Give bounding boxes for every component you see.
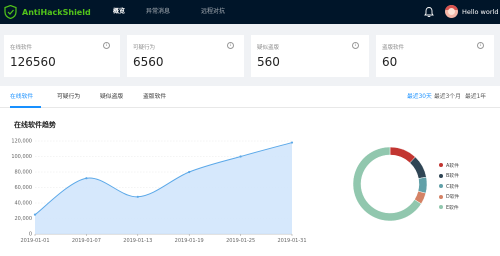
info-circle-icon[interactable]: i: [477, 42, 484, 49]
y-tick-label: 60,000: [15, 185, 33, 191]
info-circle-icon[interactable]: i: [227, 42, 234, 49]
legend-swatch: [439, 184, 443, 189]
chart-canvas: 0 20,000 40,000 60,000 80,000 100,000 120,000 2…: [11, 139, 428, 244]
x-tick-label: 2019-01-01: [20, 238, 49, 244]
stat-card-value: 560: [257, 55, 280, 69]
shield-logo-icon: [4, 5, 17, 19]
avatar[interactable]: [445, 5, 458, 18]
info-circle-icon[interactable]: i: [103, 42, 110, 49]
y-tick-label: 100,000: [11, 154, 32, 160]
legend-label: D软件: [446, 195, 460, 201]
stat-card-title: 可疑行为: [133, 45, 156, 51]
stat-card-value: 6560: [133, 55, 164, 69]
donut-legend: A软件 B软件 C软件 D软件 E软件: [439, 160, 459, 213]
data-point: [239, 155, 242, 158]
legend-item[interactable]: B软件: [439, 171, 459, 182]
x-tick-label: 2019-01-13: [123, 238, 152, 244]
donut-slice: [417, 176, 428, 194]
stat-card-title: 疑似盗版: [257, 45, 280, 51]
legend-swatch: [439, 163, 443, 168]
top-nav-bar: AntiHackShield 概览 异常消息 远程对抗 Hello world: [0, 0, 500, 24]
data-point: [33, 213, 37, 216]
legend-label: B软件: [446, 174, 459, 180]
x-tick-label: 2019-01-31: [277, 238, 306, 244]
stat-card-title: 在线软件: [10, 45, 33, 51]
data-point: [85, 177, 88, 180]
main-nav: 概览 异常消息 远程对抗: [113, 0, 261, 24]
y-tick-label: 80,000: [15, 170, 33, 176]
x-tick-label: 2019-01-25: [226, 238, 255, 244]
legend-item[interactable]: A软件: [439, 160, 459, 171]
username[interactable]: Hello world: [462, 0, 498, 24]
stat-card-suspected-piracy: 疑似盗版 i 560: [251, 35, 369, 77]
legend-label: E软件: [446, 205, 459, 211]
bell-icon[interactable]: [424, 6, 434, 18]
legend-item[interactable]: C软件: [439, 181, 459, 192]
donut-slice: [389, 146, 416, 164]
x-tick-label: 2019-01-07: [72, 238, 101, 244]
donut-slice: [409, 156, 427, 179]
stat-card-title: 盗版软件: [382, 45, 405, 51]
trend-panel: 在线软件 可疑行为 疑似盗版 盗版软件 最近30天 最近3个月 最近1年 在线软…: [0, 86, 500, 256]
legend-item[interactable]: D软件: [439, 192, 459, 203]
legend-item[interactable]: E软件: [439, 202, 459, 213]
y-tick-label: 120,000: [11, 139, 32, 145]
y-tick-label: 40,000: [15, 201, 33, 207]
data-point: [290, 141, 294, 144]
legend-swatch: [439, 205, 443, 210]
area-fill: [35, 142, 292, 234]
stat-card-value: 126560: [10, 55, 56, 69]
brand[interactable]: AntiHackShield: [4, 4, 91, 20]
app-name: AntiHackShield: [22, 7, 91, 17]
data-point: [136, 195, 139, 198]
data-point: [188, 170, 191, 174]
y-tick-label: 0: [29, 232, 32, 238]
nav-item-remote-confrontation[interactable]: 远程对抗: [201, 0, 261, 24]
nav-item-anomaly-messages[interactable]: 异常消息: [146, 0, 201, 24]
x-tick-label: 2019-01-19: [175, 238, 204, 244]
legend-label: C软件: [446, 184, 459, 190]
info-circle-icon[interactable]: i: [352, 42, 359, 49]
nav-item-overview[interactable]: 概览: [113, 0, 146, 24]
legend-swatch: [439, 173, 443, 178]
legend-label: A软件: [446, 163, 459, 169]
stat-card-value: 60: [382, 55, 398, 69]
legend-swatch: [439, 194, 443, 199]
stat-card-pirated-software: 盗版软件 i 60: [376, 35, 494, 77]
y-tick-label: 20,000: [15, 216, 33, 222]
stat-card-suspicious-behavior: 可疑行为 i 6560: [127, 35, 244, 77]
stat-card-online-software: 在线软件 i 126560: [4, 35, 120, 77]
